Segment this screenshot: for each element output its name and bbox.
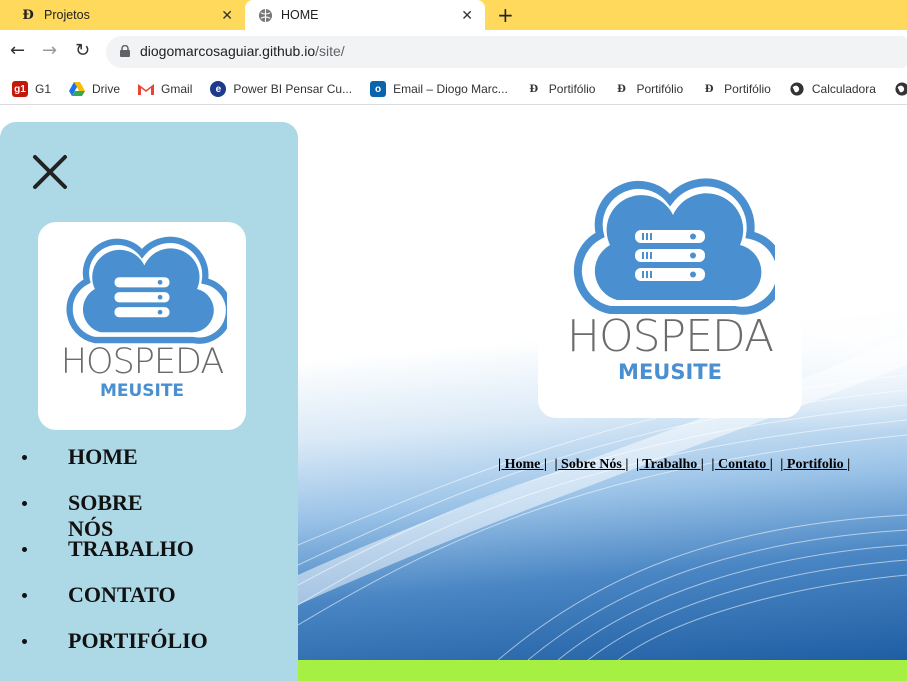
bullet-icon xyxy=(22,593,27,598)
link-label: Home xyxy=(504,457,541,472)
sidebar-menu: HOSPEDA MEUSITE HOME SOBRE NÓS TRABALHO … xyxy=(0,122,298,681)
footer-bar xyxy=(298,660,907,681)
close-icon[interactable]: ✕ xyxy=(221,7,233,24)
d-logo-icon: Ð xyxy=(529,83,539,95)
main-logo: HOSPEDA MEUSITE xyxy=(538,171,802,418)
gmail-icon xyxy=(138,81,155,97)
close-menu-icon[interactable] xyxy=(32,154,68,190)
bookmark-power-bi[interactable]: e Power BI Pensar Cu... xyxy=(210,81,352,97)
bookmark-gmail[interactable]: Gmail xyxy=(138,81,192,97)
logo-word-meusite: MEUSITE xyxy=(618,360,722,384)
bookmark-drive[interactable]: Drive xyxy=(69,81,120,97)
logo-word-meusite: MEUSITE xyxy=(99,381,185,401)
bookmark-label: Portifólio xyxy=(548,82,596,96)
tab-strip: Ð Projetos ✕ HOME ✕ + xyxy=(0,0,907,30)
bookmark-portifolio-1[interactable]: Ð Portifólio xyxy=(526,81,596,97)
bookmark-calculadora[interactable]: Calculadora xyxy=(789,81,876,97)
lock-icon xyxy=(120,45,130,57)
bullet-icon xyxy=(22,639,27,644)
url-path: /site/ xyxy=(315,43,345,59)
new-tab-icon[interactable]: + xyxy=(497,3,514,27)
sidebar-item-label: PORTIFÓLIO xyxy=(68,628,208,653)
close-icon[interactable]: ✕ xyxy=(461,7,473,24)
top-nav-portifolio[interactable]: | Portifolio | xyxy=(780,457,850,472)
web-page: HOSPEDA MEUSITE | Home | | Sobre Nós | |… xyxy=(0,105,907,681)
bookmark-label: Gmail xyxy=(161,82,193,96)
bookmark-portifolio-3[interactable]: Ð Portifólio xyxy=(701,81,771,97)
cloud-server-icon xyxy=(573,178,775,315)
top-nav-contato[interactable]: | Contato | xyxy=(711,457,772,472)
sidebar-item-label: CONTATO xyxy=(68,582,176,607)
bullet-icon xyxy=(22,455,27,460)
bullet-icon xyxy=(22,501,27,506)
bookmark-email[interactable]: o Email – Diogo Marc... xyxy=(370,81,508,97)
bookmark-label: Calculadora xyxy=(811,82,876,96)
globe-icon xyxy=(789,81,805,97)
outlook-icon: o xyxy=(370,81,387,97)
top-nav-sobre-nos[interactable]: | Sobre Nós | xyxy=(554,457,628,472)
cloud-server-icon xyxy=(66,236,227,344)
sidebar-item-label: SOBRE NÓS xyxy=(68,490,143,541)
logo-word-hospeda: HOSPEDA xyxy=(60,342,225,382)
url-host: diogomarcosaguiar.github.io xyxy=(140,43,316,59)
top-nav-trabalho[interactable]: | Trabalho | xyxy=(636,457,704,472)
top-nav-home[interactable]: | Home | xyxy=(498,457,547,472)
bullet-icon xyxy=(22,547,27,552)
tab-title: HOME xyxy=(281,8,319,22)
link-label: Portifolio xyxy=(786,457,844,472)
bookmark-label: G1 xyxy=(35,82,52,96)
link-label: Contato xyxy=(717,457,767,472)
g1-icon: g1 xyxy=(12,81,28,97)
forward-arrow-icon[interactable]: → xyxy=(42,40,57,61)
link-label: Sobre Nós xyxy=(561,457,622,472)
bookmarks-bar: g1 G1 Drive Gmail e Power BI Pensar Cu... … xyxy=(0,74,907,104)
bookmark-portifolio-2[interactable]: Ð Portifólio xyxy=(613,81,683,97)
bookmark-label: Drive xyxy=(92,82,121,96)
d-logo-icon: Ð xyxy=(704,83,714,95)
tab-projetos[interactable]: Ð Projetos ✕ xyxy=(8,0,245,30)
tab-title: Projetos xyxy=(44,8,90,22)
e-icon: e xyxy=(210,81,227,97)
bookmark-s[interactable]: S xyxy=(894,81,907,97)
bookmark-label: Portifólio xyxy=(724,82,771,96)
d-logo-icon: Ð xyxy=(617,83,626,95)
bookmark-g1[interactable]: g1 G1 xyxy=(12,81,51,97)
link-label: Trabalho xyxy=(642,457,698,472)
bookmark-label: Power BI Pensar Cu... xyxy=(233,82,353,96)
url-text[interactable]: diogomarcosaguiar.github.io/site/ xyxy=(140,43,345,59)
logo-word-hospeda: HOSPEDA xyxy=(566,311,774,362)
bookmark-label: Email – Diogo Marc... xyxy=(393,82,508,96)
reload-icon[interactable]: ↻ xyxy=(75,40,90,61)
globe-icon xyxy=(894,81,907,97)
drive-icon xyxy=(69,81,86,97)
sidebar-item-label: TRABALHO xyxy=(68,536,194,561)
d-logo-icon: Ð xyxy=(22,7,34,23)
back-arrow-icon[interactable]: ← xyxy=(10,40,25,61)
globe-icon xyxy=(257,7,273,23)
sidebar-logo: HOSPEDA MEUSITE xyxy=(38,222,246,430)
tab-home[interactable]: HOME ✕ xyxy=(245,0,485,30)
sidebar-item-label: HOME xyxy=(68,444,138,469)
bookmark-label: Portifólio xyxy=(636,82,684,96)
top-nav: | Home | | Sobre Nós | | Trabalho | | Co… xyxy=(498,457,854,473)
